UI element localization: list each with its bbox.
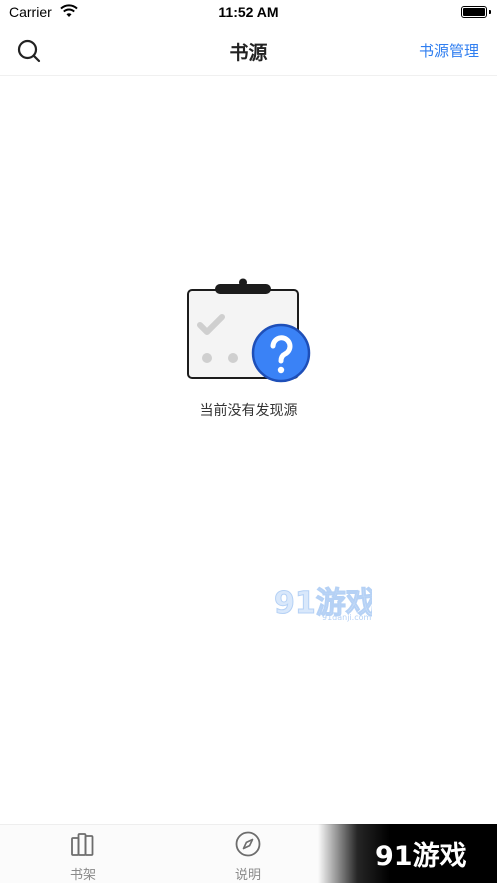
brand-overlay: 91游戏	[318, 824, 497, 883]
tab-bookshelf-label: 书架	[69, 868, 96, 883]
search-icon[interactable]	[16, 38, 42, 64]
manage-sources-button[interactable]: 书源管理	[419, 40, 479, 61]
nav-bar: 书源 书源管理	[0, 26, 497, 76]
watermark-logo: 91游戏 91danji.com	[274, 586, 373, 623]
compass-icon	[235, 831, 261, 857]
brand-logo: 91游戏	[375, 841, 467, 872]
battery-icon	[461, 6, 487, 18]
tab-help[interactable]: 说明	[203, 824, 293, 883]
tab-bookshelf[interactable]: 书架	[38, 824, 128, 883]
battery-cap	[489, 10, 491, 14]
status-time: 11:52 AM	[218, 4, 279, 20]
empty-state-message: 当前没有发现源	[199, 403, 298, 419]
tab-help-label: 说明	[234, 868, 261, 883]
bookshelf-icon	[71, 833, 94, 856]
status-bar: Carrier 11:52 AM	[0, 0, 497, 26]
empty-clipboard-illustration	[187, 278, 311, 383]
svg-text:91danji.com: 91danji.com	[322, 613, 372, 622]
svg-text:91游戏: 91游戏	[375, 841, 467, 872]
